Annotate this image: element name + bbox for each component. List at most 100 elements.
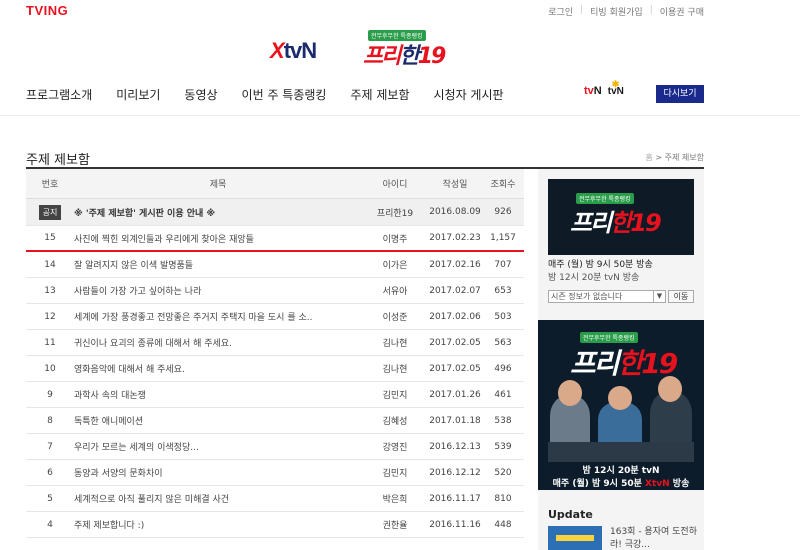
update-heading: Update (548, 508, 593, 521)
column-header-author: 아이디 (382, 180, 408, 190)
row-author: 서유아 (382, 287, 408, 297)
row-date: 2016.11.17 (429, 493, 481, 504)
breadcrumb-home[interactable]: 홈 (645, 153, 652, 162)
show-logo[interactable]: 전무후무한 특종랭킹 프리한19 (363, 30, 453, 69)
table-row: 13 사람들이 가장 가고 싶어하는 나라 서유아 2017.02.07 653 (26, 278, 524, 304)
nav-item-viewer-board[interactable]: 시청자 게시판 (433, 86, 503, 103)
board-table: 번호 제목 아이디 작성일 조회수 공지 ※ '주제 제보함' 게시판 이용 안… (26, 169, 524, 538)
nav-item-videos[interactable]: 동영상 (184, 86, 217, 103)
row-author: 이가은 (382, 261, 408, 271)
row-num: 14 (44, 259, 56, 270)
top-links: 로그인 | 티빙 회원가입 | 이용권 구매 (548, 5, 704, 18)
row-date: 2017.01.26 (429, 389, 481, 400)
update-item-link[interactable]: 163회 - 용자여 도전하라! 극강... (610, 526, 700, 550)
row-date: 2017.02.05 (429, 363, 481, 374)
row-date: 2016.11.16 (429, 519, 481, 530)
divider: | (649, 5, 653, 15)
column-header-views: 조회수 (490, 180, 516, 190)
post-title-link[interactable]: 세계에 가장 풍경좋고 전망좋은 주거지 주택지 마을 도시 를 소.. (74, 313, 312, 323)
update-thumbnail[interactable] (548, 526, 602, 550)
column-header-num: 번호 (41, 180, 59, 190)
poster-time-1: 밤 12시 20분 tvN (582, 466, 660, 476)
row-views: 448 (494, 519, 512, 530)
post-title-link[interactable]: 과학사 속의 대논쟁 (74, 391, 146, 401)
row-views: 653 (494, 285, 512, 296)
desk (548, 442, 694, 462)
post-title-link[interactable]: 주제 제보합니다 :) (74, 521, 144, 531)
row-views: 563 (494, 337, 512, 348)
row-author: 이명주 (382, 234, 408, 245)
row-author: 김나현 (382, 365, 408, 375)
post-title-link[interactable]: 잘 알려지지 않은 이색 발명품들 (74, 261, 193, 271)
replay-button[interactable]: 다시보기 (656, 85, 704, 103)
row-date: 2017.02.16 (429, 259, 481, 270)
top-bar: TVING 로그인 | 티빙 회원가입 | 이용권 구매 (0, 0, 800, 26)
row-author: 권한율 (382, 521, 408, 531)
nav-item-preview[interactable]: 미리보기 (116, 86, 160, 103)
notice-views: 926 (494, 207, 512, 217)
chevron-down-icon: ▼ (653, 291, 665, 302)
row-date: 2017.02.06 (429, 311, 481, 322)
row-num: 4 (47, 519, 53, 530)
post-title-link[interactable]: 영화음악에 대해서 해 주세요. (74, 365, 185, 375)
table-row: 10 영화음악에 대해서 해 주세요. 김나현 2017.02.05 496 (26, 356, 524, 382)
row-num: 9 (47, 389, 53, 400)
star-icon: ✱ (611, 78, 620, 89)
row-date: 2016.12.13 (429, 441, 481, 452)
table-row: 9 과학사 속의 대논쟁 김민지 2017.01.26 461 (26, 382, 524, 408)
nav-item-topic-submission[interactable]: 주제 제보함 (350, 86, 409, 103)
post-title-link[interactable]: 사진에 찍힌 외계인들과 우리에게 찾아온 재앙들 (74, 235, 254, 245)
table-row: 4 주제 제보합니다 :) 권한율 2016.11.16 448 (26, 512, 524, 538)
row-num: 12 (44, 311, 56, 322)
row-num: 15 (44, 233, 56, 243)
row-author: 강영진 (382, 443, 408, 453)
breadcrumb-current: 주제 제보함 (664, 153, 704, 162)
login-link[interactable]: 로그인 (548, 5, 573, 18)
row-views: 538 (494, 415, 512, 426)
poster-title: 프리한19 (570, 209, 662, 237)
season-select[interactable]: 시즌 정보가 없습니다 ▼ (548, 290, 666, 303)
signup-link[interactable]: 티빙 회원가입 (590, 5, 643, 18)
table-row: 14 잘 알려지지 않은 이색 발명품들 이가은 2017.02.16 707 (26, 252, 524, 278)
show-poster-small[interactable]: 전무후무한 특종랭킹 프리한19 (548, 179, 694, 255)
table-row: 8 독특한 애니메이션 김혜성 2017.01.18 538 (26, 408, 524, 434)
olive-tvn-logo[interactable]: ✱ tvN (608, 79, 624, 97)
post-title-link[interactable]: 독특한 애니메이션 (74, 417, 143, 427)
row-author: 김혜성 (382, 417, 408, 427)
row-date: 2017.02.05 (429, 337, 481, 348)
row-views: 707 (494, 259, 512, 270)
row-views: 520 (494, 467, 512, 478)
row-views: 496 (494, 363, 512, 374)
row-date: 2017.01.18 (429, 415, 481, 426)
post-title-link[interactable]: 사람들이 가장 가고 싶어하는 나라 (74, 287, 201, 297)
show-poster-large[interactable]: 전무후무한 특종랭킹 프리한19 밤 12시 20분 tvN 매주 (월) 밤 … (538, 320, 704, 490)
table-row: 11 귀신이나 요괴의 종류에 대해서 해 주세요. 김나현 2017.02.0… (26, 330, 524, 356)
column-header-title: 제목 (209, 180, 227, 190)
logo-area: XtvN 전무후무한 특종랭킹 프리한19 (270, 26, 470, 70)
row-author: 이성준 (382, 313, 408, 323)
post-title-link[interactable]: 세계적으로 아직 풀리지 않은 미해결 사건 (74, 495, 229, 505)
row-views: 1,157 (490, 233, 516, 243)
row-views: 810 (494, 493, 512, 504)
table-row: 5 세계적으로 아직 풀리지 않은 미해결 사건 박은희 2016.11.17 … (26, 486, 524, 512)
breadcrumb: 홈 > 주제 제보함 (645, 152, 704, 163)
move-button[interactable]: 이동 (668, 290, 694, 303)
post-title-link[interactable]: 우리가 모르는 세계의 이색정당... (74, 443, 199, 453)
channel-logos: tvN ✱ tvN (584, 79, 624, 98)
notice-row: 공지 ※ '주제 제보함' 게시판 이용 안내 ※ 프리한19 2016.08.… (26, 199, 524, 226)
column-header-date: 작성일 (442, 180, 468, 190)
nav-item-weekly-ranking[interactable]: 이번 주 특종랭킹 (242, 86, 327, 103)
tvn-logo[interactable]: tvN (584, 85, 602, 97)
xtvn-logo[interactable]: XtvN (270, 38, 317, 64)
tving-logo[interactable]: TVING (26, 3, 68, 18)
notice-author: 프리한19 (376, 208, 414, 219)
nav-item-program-intro[interactable]: 프로그램소개 (26, 86, 92, 103)
poster-time-2: 매주 (월) 밤 9시 50분 XtvN 방송 (552, 479, 690, 489)
purchase-link[interactable]: 이용권 구매 (660, 5, 704, 18)
post-title-link[interactable]: 귀신이나 요괴의 종류에 대해서 해 주세요. (74, 339, 232, 349)
post-title-link[interactable]: 동양과 서양의 문화차이 (74, 469, 163, 479)
row-num: 7 (47, 441, 53, 452)
notice-badge: 공지 (38, 204, 62, 220)
row-num: 10 (44, 363, 56, 374)
notice-title-link[interactable]: ※ '주제 제보함' 게시판 이용 안내 ※ (74, 209, 215, 219)
